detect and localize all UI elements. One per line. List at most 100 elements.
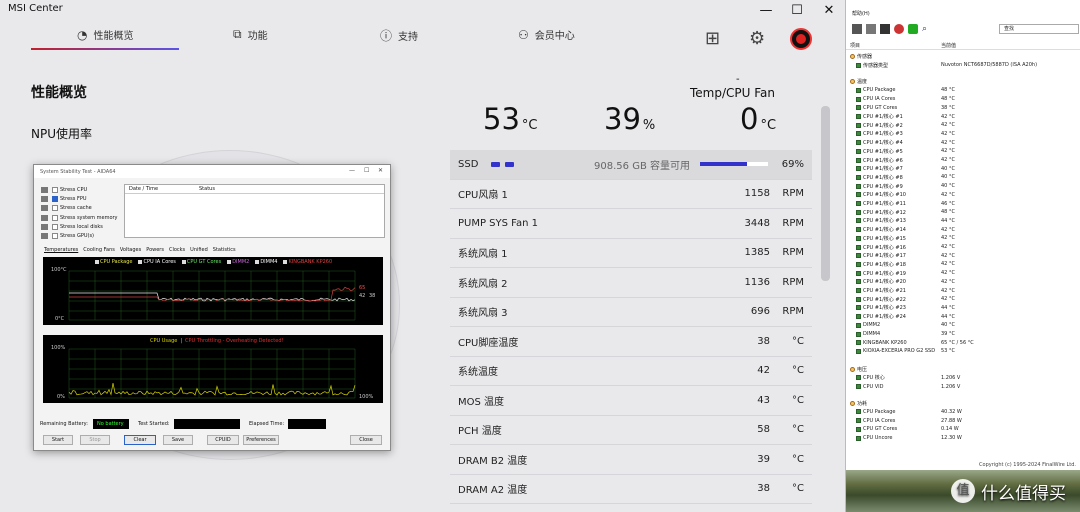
tree-row[interactable]: 传感器类型 Nuvoton NCT6687D/5887D (ISA A20h) [846, 61, 1080, 70]
tab-cooling-fans[interactable]: Cooling Fans [83, 247, 115, 253]
scrollbar[interactable] [821, 106, 830, 281]
legend-item[interactable]: DIMM4 [255, 259, 277, 265]
tree-row[interactable]: CPU #1/核心 #7 40 °C [846, 164, 1080, 173]
tree-section[interactable]: 电压 [846, 365, 1080, 374]
tree-row[interactable]: CPU #1/核心 #11 46 °C [846, 199, 1080, 208]
tree-row[interactable]: CPU GT Cores 38 °C [846, 104, 1080, 113]
legend-item[interactable]: KINGBANK KP260 [283, 259, 332, 265]
clear-button[interactable]: Clear [124, 435, 156, 445]
tab-statistics[interactable]: Statistics [213, 247, 236, 253]
avatar[interactable] [790, 28, 812, 50]
tree-row[interactable]: CPU #1/核心 #5 42 °C [846, 147, 1080, 156]
checkbox[interactable] [52, 205, 58, 212]
legend-item[interactable]: CPU Package [95, 259, 132, 265]
tree-row[interactable]: CPU #1/核心 #13 44 °C [846, 217, 1080, 226]
tab-features[interactable]: ⧉ 功能 [233, 27, 268, 42]
tree-row[interactable]: CPU #1/核心 #22 42 °C [846, 295, 1080, 304]
dialog-close-button[interactable]: ✕ [378, 167, 383, 174]
tree-row[interactable]: CPU #1/核心 #19 42 °C [846, 269, 1080, 278]
tree-row[interactable]: KINGBANK KP260 65 °C / 56 °C [846, 338, 1080, 347]
stress-checkbox[interactable]: Stress system memory [41, 213, 118, 223]
search-input[interactable]: 查找 [999, 24, 1079, 34]
tree-row[interactable]: CPU Package 48 °C [846, 86, 1080, 95]
grid-icon[interactable]: ⊞ [705, 28, 720, 49]
stress-checkbox[interactable]: Stress GPU(s) [41, 232, 94, 242]
legend-checkbox[interactable] [181, 260, 186, 264]
tree-row[interactable]: CPU Uncore 12.30 W [846, 434, 1080, 443]
dialog-maximize-button[interactable]: ☐ [364, 167, 369, 174]
maximize-button[interactable]: ☐ [779, 0, 815, 22]
tree-row[interactable]: CPU #1/核心 #24 44 °C [846, 312, 1080, 321]
tree-row[interactable]: CPU #1/核心 #6 42 °C [846, 156, 1080, 165]
stress-checkbox[interactable]: Stress local disks [41, 222, 103, 232]
legend-checkbox[interactable] [255, 260, 260, 264]
legend-checkbox[interactable] [95, 260, 99, 264]
start-button[interactable]: Start [43, 435, 73, 445]
dialog-minimize-button[interactable]: — [349, 167, 355, 174]
tree-row[interactable]: CPU #1/核心 #21 42 °C [846, 286, 1080, 295]
legend-checkbox[interactable] [138, 260, 143, 264]
tree-row[interactable]: CPU #1/核心 #9 40 °C [846, 182, 1080, 191]
tree-row[interactable]: CPU #1/核心 #12 48 °C [846, 208, 1080, 217]
tree-row[interactable]: CPU #1/核心 #8 40 °C [846, 173, 1080, 182]
stress-checkbox[interactable]: Stress cache [41, 204, 92, 214]
tree-row[interactable]: CPU 核心 1.206 V [846, 374, 1080, 383]
tree-row[interactable]: CPU IA Cores 48 °C [846, 95, 1080, 104]
tree-row[interactable]: CPU #1/核心 #23 44 °C [846, 304, 1080, 313]
tree-row[interactable]: CPU #1/核心 #14 42 °C [846, 225, 1080, 234]
legend-item[interactable]: CPU IA Cores [138, 259, 176, 265]
save-button[interactable]: Save [163, 435, 193, 445]
tree-row[interactable]: CPU #1/核心 #16 42 °C [846, 243, 1080, 252]
gear-icon[interactable]: ⚙ [749, 28, 765, 49]
tree-row[interactable]: CPU IA Cores 27.88 W [846, 416, 1080, 425]
cpuid-button[interactable]: CPUID [207, 435, 239, 445]
checkbox[interactable] [52, 233, 58, 240]
tree-row[interactable]: CPU #1/核心 #17 42 °C [846, 251, 1080, 260]
tab-unified[interactable]: Unified [190, 247, 208, 253]
toolbar-icon[interactable] [880, 24, 890, 34]
stop-button[interactable]: Stop [80, 435, 110, 445]
tab-voltages[interactable]: Voltages [120, 247, 141, 253]
search-icon[interactable]: ⌕ [922, 24, 927, 34]
close-button[interactable]: ✕ [811, 0, 845, 22]
toolbar-icon[interactable] [852, 24, 862, 34]
tree-row[interactable]: CPU VID 1.206 V [846, 382, 1080, 391]
tree-section[interactable]: 温度 [846, 77, 1080, 86]
tree-row[interactable]: CPU #1/核心 #10 42 °C [846, 191, 1080, 200]
legend-checkbox[interactable] [283, 260, 288, 264]
tree-row[interactable]: CPU #1/核心 #3 42 °C [846, 130, 1080, 139]
tree-row[interactable]: CPU #1/核心 #18 42 °C [846, 260, 1080, 269]
tree-row[interactable]: DIMM2 40 °C [846, 321, 1080, 330]
tab-support[interactable]: ⓘ 支持 [380, 27, 418, 44]
tree-section[interactable]: 功耗 [846, 399, 1080, 408]
tree-row[interactable]: CPU Package 40.32 W [846, 408, 1080, 417]
legend-item[interactable]: DIMM2 [227, 259, 249, 265]
help-menu[interactable]: 帮助(H) [852, 10, 870, 17]
checkbox[interactable] [52, 186, 58, 193]
tree-row[interactable]: CPU #1/核心 #15 42 °C [846, 234, 1080, 243]
tab-membership[interactable]: ⚇ 会员中心 [518, 27, 575, 43]
tab-temperatures[interactable]: Temperatures [44, 247, 78, 253]
toolbar-icon[interactable] [894, 24, 904, 34]
tab-performance[interactable]: ◔ 性能概览 [77, 27, 133, 43]
checkbox[interactable] [52, 214, 58, 221]
tree-row[interactable]: CPU #1/核心 #2 42 °C [846, 121, 1080, 130]
tree-row[interactable]: CPU GT Cores 0.14 W [846, 425, 1080, 434]
checkbox[interactable] [52, 196, 58, 203]
tree-row[interactable]: KIOXIA-EXCERIA PRO G2 SSD 53 °C [846, 347, 1080, 356]
tab-powers[interactable]: Powers [146, 247, 164, 253]
toolbar-icon[interactable] [866, 24, 876, 34]
legend-item[interactable]: CPU GT Cores [181, 259, 221, 265]
preferences-button[interactable]: Preferences [243, 435, 279, 445]
checkbox[interactable] [52, 223, 58, 230]
stress-checkbox[interactable]: Stress FPU [41, 194, 87, 204]
tab-clocks[interactable]: Clocks [169, 247, 185, 253]
tree-section[interactable]: 传感器 [846, 52, 1080, 61]
download-icon[interactable] [908, 24, 918, 34]
tree-row[interactable]: CPU #1/核心 #1 42 °C [846, 112, 1080, 121]
tree-row[interactable]: CPU #1/核心 #20 42 °C [846, 278, 1080, 287]
tree-row[interactable]: DIMM4 39 °C [846, 330, 1080, 339]
dialog-close-action-button[interactable]: Close [350, 435, 382, 445]
stress-checkbox[interactable]: Stress CPU [41, 185, 87, 195]
tree-row[interactable]: CPU #1/核心 #4 42 °C [846, 138, 1080, 147]
